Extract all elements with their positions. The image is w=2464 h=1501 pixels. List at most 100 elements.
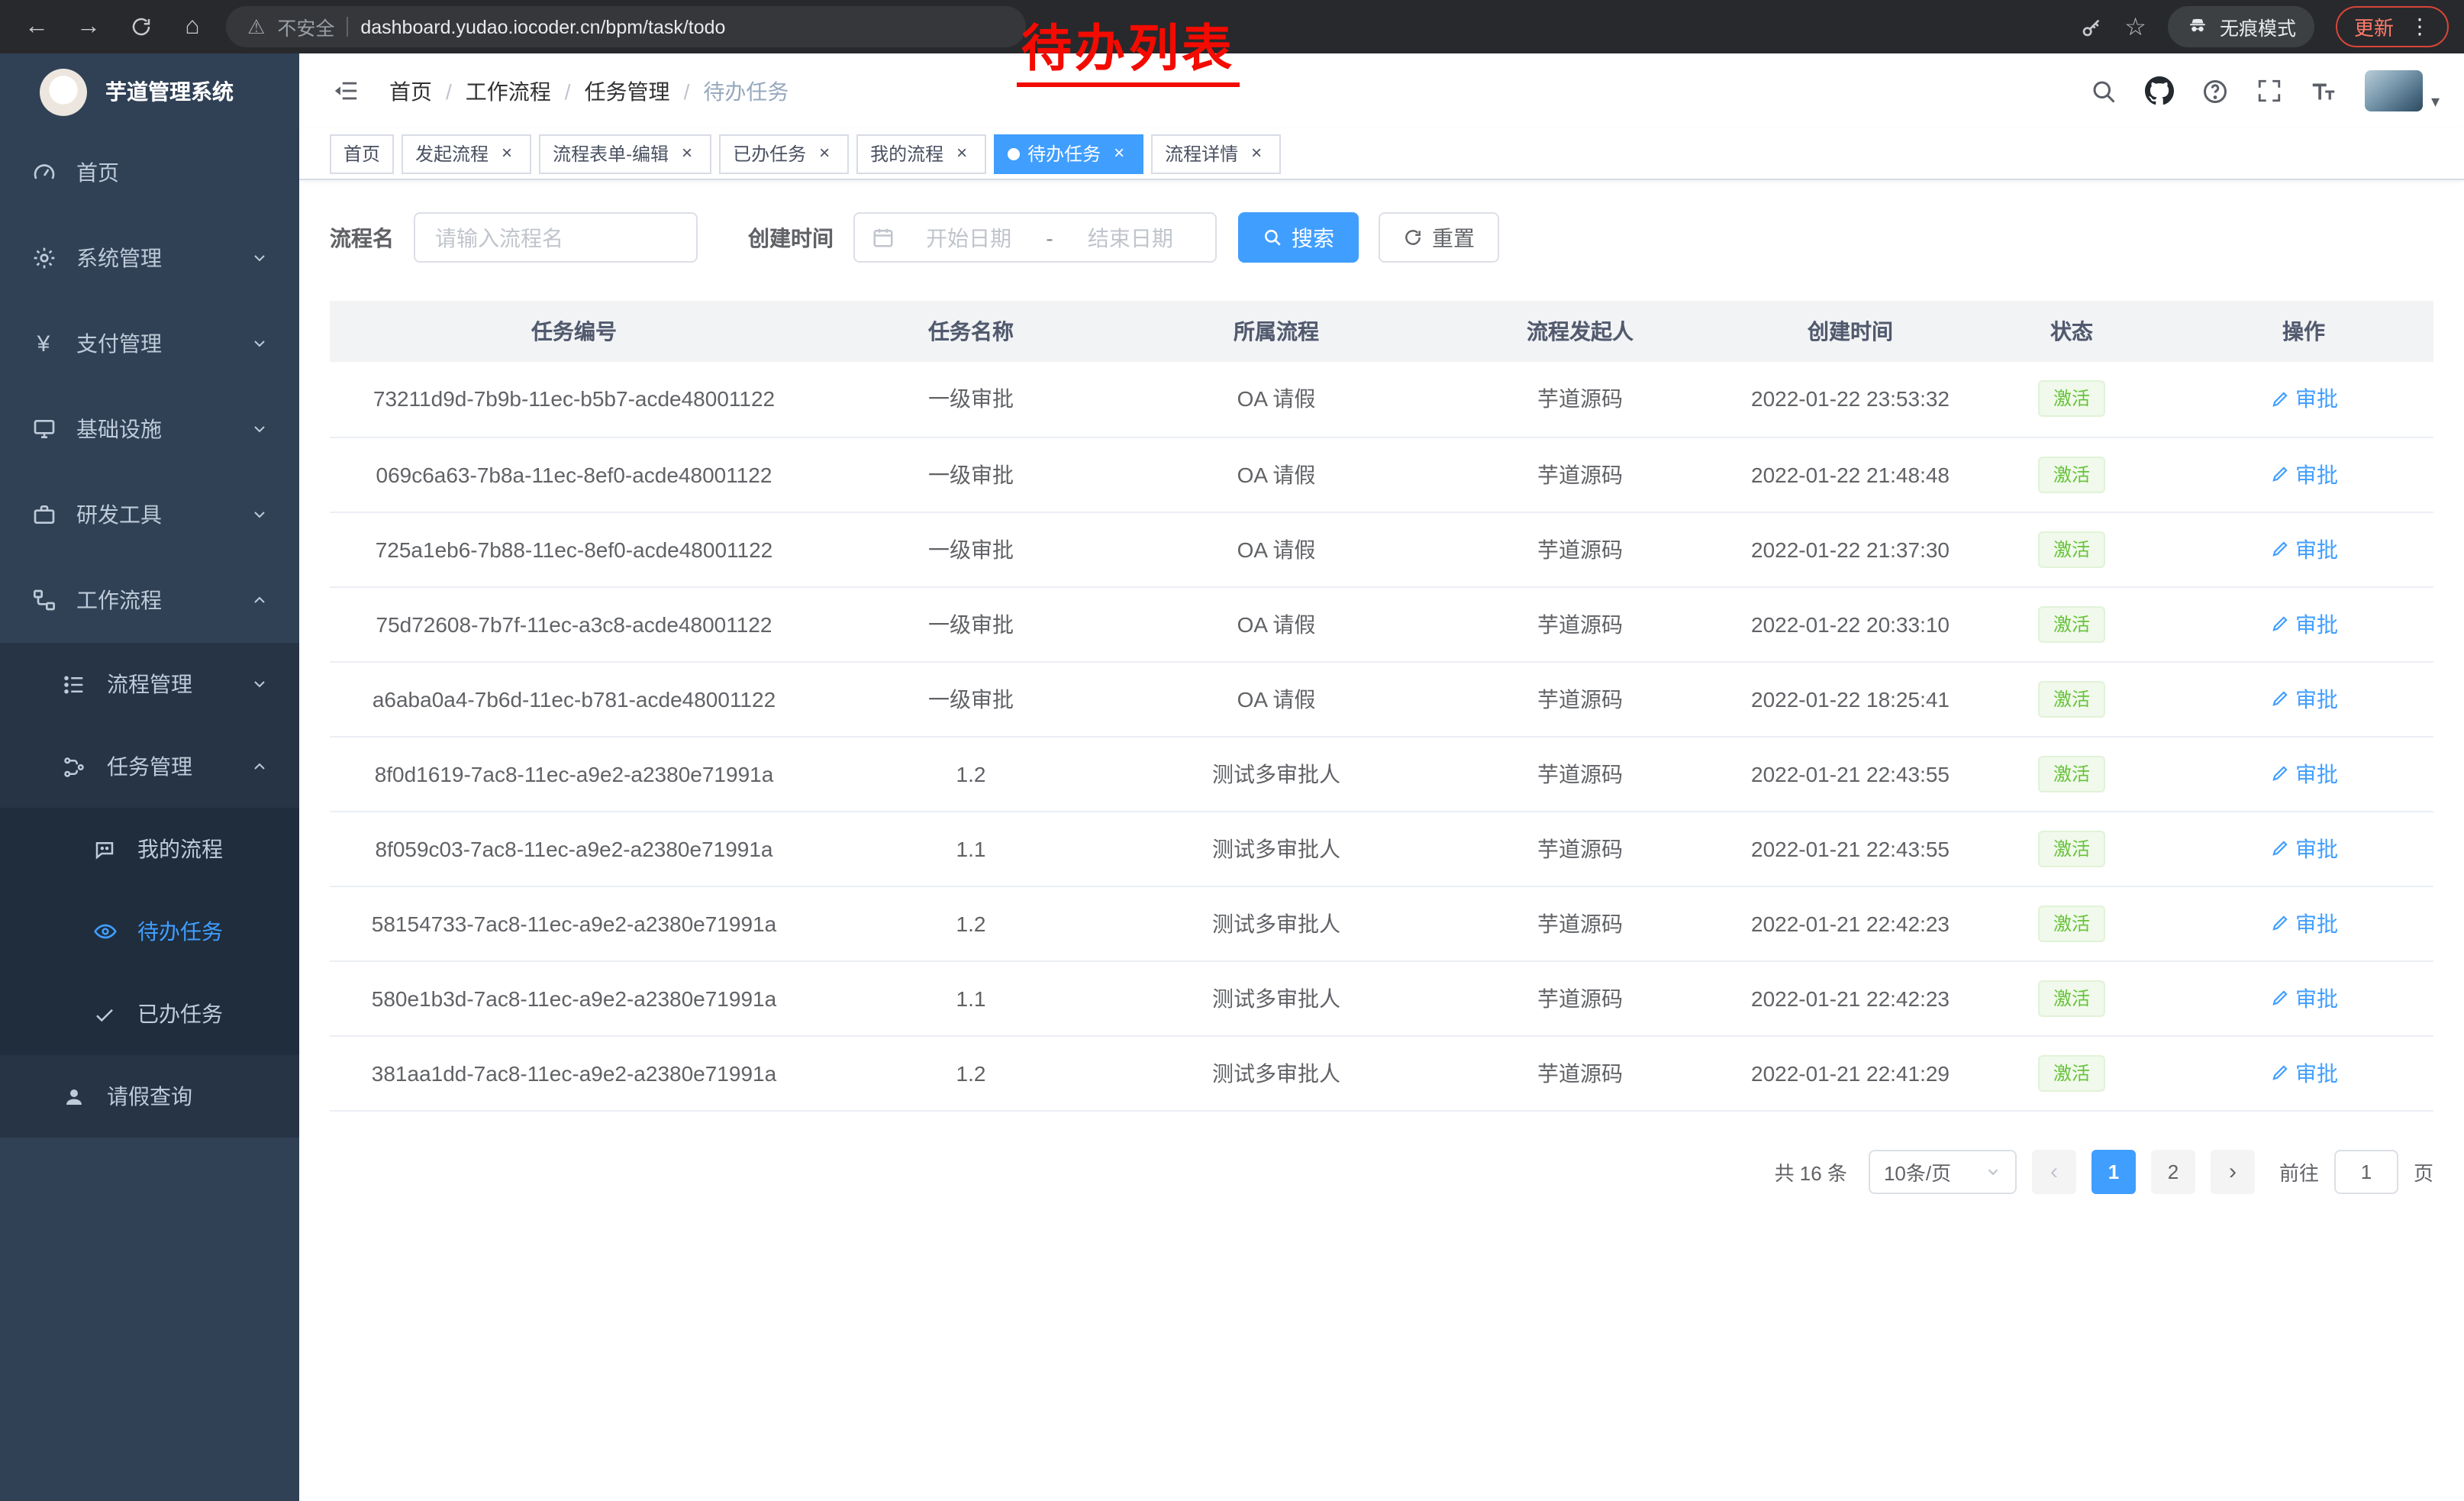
table-row: 8f059c03-7ac8-11ec-a9e2-a2380e71991a1.1测… <box>330 811 2433 886</box>
action-cell: 审批 <box>2174 1035 2433 1110</box>
close-icon[interactable]: × <box>496 143 518 164</box>
status-cell: 激活 <box>1969 1035 2174 1110</box>
approve-link[interactable]: 审批 <box>2269 833 2338 863</box>
close-icon[interactable]: × <box>1246 143 1267 164</box>
sidebar-item-payment-mgmt[interactable]: ¥ 支付管理 <box>0 301 299 386</box>
sidebar-item-task-mgmt[interactable]: 任务管理 <box>0 725 299 808</box>
sidebar-item-leave-query[interactable]: 请假查询 <box>0 1055 299 1138</box>
action-cell: 审批 <box>2174 886 2433 960</box>
incognito-icon <box>2186 13 2209 40</box>
approve-link[interactable]: 审批 <box>2269 459 2338 489</box>
date-range-picker[interactable]: 开始日期 - 结束日期 <box>853 212 1217 263</box>
page-size-select[interactable]: 10条/页 <box>1869 1149 2017 1193</box>
task-id-cell: 73211d9d-7b9b-11ec-b5b7-acde48001122 <box>330 362 818 437</box>
app-logo[interactable]: 芋道管理系统 <box>0 53 299 130</box>
approve-link[interactable]: 审批 <box>2269 983 2338 1013</box>
process-name-input[interactable] <box>414 212 698 263</box>
approve-link[interactable]: 审批 <box>2269 384 2338 415</box>
app-window: 芋道管理系统 首页 系统管理 ¥ 支付管 <box>0 53 2464 1501</box>
person-icon <box>61 1085 87 1108</box>
menu-label: 基础设施 <box>76 414 162 444</box>
sidebar-item-infrastructure[interactable]: 基础设施 <box>0 386 299 472</box>
status-badge: 激活 <box>2038 755 2105 792</box>
approve-link[interactable]: 审批 <box>2269 1057 2338 1088</box>
close-icon[interactable]: × <box>1108 143 1130 164</box>
menu-label: 请假查询 <box>107 1081 192 1112</box>
key-icon[interactable] <box>2079 15 2103 39</box>
initiator-cell: 芋道源码 <box>1429 437 1731 512</box>
approve-link[interactable]: 审批 <box>2269 758 2338 789</box>
user-avatar[interactable]: ▾ <box>2366 70 2440 111</box>
back-icon[interactable]: ← <box>15 5 58 48</box>
pen-icon <box>2269 539 2289 559</box>
start-date-placeholder: 开始日期 <box>901 222 1037 253</box>
search-button[interactable]: 搜索 <box>1238 212 1359 263</box>
active-dot <box>1008 147 1020 160</box>
column-header-initiator: 流程发起人 <box>1429 301 1731 362</box>
status-cell: 激活 <box>1969 886 2174 960</box>
menu-label: 已办任务 <box>137 999 223 1029</box>
menu-label: 工作流程 <box>76 585 162 615</box>
page-2-button[interactable]: 2 <box>2151 1149 2195 1193</box>
create-time-label: 创建时间 <box>748 222 834 253</box>
sidebar-item-process-mgmt[interactable]: 流程管理 <box>0 643 299 725</box>
chevron-down-icon <box>250 505 269 524</box>
prev-page-button[interactable]: ‹ <box>2032 1149 2076 1193</box>
help-icon[interactable] <box>2202 77 2230 105</box>
close-icon[interactable]: × <box>676 143 698 164</box>
sidebar-item-system-mgmt[interactable]: 系统管理 <box>0 215 299 301</box>
close-icon[interactable]: × <box>951 143 972 164</box>
tab-my-process[interactable]: 我的流程 × <box>856 134 986 173</box>
breadcrumb-task-mgmt[interactable]: 任务管理 <box>585 76 670 106</box>
tab-start-process[interactable]: 发起流程 × <box>402 134 531 173</box>
table-row: 8f0d1619-7ac8-11ec-a9e2-a2380e71991a1.2测… <box>330 736 2433 811</box>
home-icon[interactable]: ⌂ <box>171 5 214 48</box>
search-icon[interactable] <box>2091 77 2118 105</box>
chevron-down-icon <box>250 675 269 693</box>
breadcrumb-separator: / <box>446 79 452 103</box>
breadcrumb-workflow[interactable]: 工作流程 <box>466 76 551 106</box>
update-button[interactable]: 更新 ⋮ <box>2336 6 2449 47</box>
reset-button-label: 重置 <box>1432 222 1475 253</box>
sidebar-item-home[interactable]: 首页 <box>0 130 299 215</box>
tab-process-detail[interactable]: 流程详情 × <box>1151 134 1281 173</box>
fullscreen-icon[interactable] <box>2257 78 2283 104</box>
breadcrumb-home[interactable]: 首页 <box>389 76 432 106</box>
sidebar-item-workflow[interactable]: 工作流程 <box>0 557 299 643</box>
sidebar-item-todo-task[interactable]: 待办任务 <box>0 890 299 973</box>
task-id-cell: 8f059c03-7ac8-11ec-a9e2-a2380e71991a <box>330 811 818 886</box>
menu-dots-icon[interactable]: ⋮ <box>2409 14 2430 40</box>
process-name-label: 流程名 <box>330 222 394 253</box>
approve-link[interactable]: 审批 <box>2269 534 2338 564</box>
action-cell: 审批 <box>2174 811 2433 886</box>
reload-icon[interactable] <box>119 5 162 48</box>
approve-label: 审批 <box>2295 758 2338 789</box>
sidebar-toggle-icon[interactable] <box>324 78 368 104</box>
close-icon[interactable]: × <box>814 143 835 164</box>
search-icon <box>1263 228 1282 247</box>
tab-todo-task[interactable]: 待办任务 × <box>994 134 1143 173</box>
tab-done-task[interactable]: 已办任务 × <box>719 134 849 173</box>
page-1-button[interactable]: 1 <box>2091 1149 2136 1193</box>
github-icon[interactable] <box>2146 76 2175 105</box>
approve-link[interactable]: 审批 <box>2269 608 2338 639</box>
sidebar-item-dev-tools[interactable]: 研发工具 <box>0 472 299 557</box>
next-page-button[interactable]: › <box>2211 1149 2255 1193</box>
reset-button[interactable]: 重置 <box>1379 212 1499 263</box>
sidebar-item-done-task[interactable]: 已办任务 <box>0 973 299 1055</box>
tab-home[interactable]: 首页 <box>330 134 394 173</box>
search-button-label: 搜索 <box>1292 222 1334 253</box>
font-size-icon[interactable] <box>2311 77 2338 105</box>
goto-page-input[interactable] <box>2334 1149 2398 1193</box>
bookmark-star-icon[interactable]: ☆ <box>2124 11 2146 42</box>
status-cell: 激活 <box>1969 586 2174 661</box>
task-id-cell: a6aba0a4-7b6d-11ec-b781-acde48001122 <box>330 661 818 736</box>
address-bar[interactable]: ⚠ 不安全 dashboard.yudao.iocoder.cn/bpm/tas… <box>226 6 1026 47</box>
task-name-cell: 1.1 <box>818 960 1124 1035</box>
sidebar-item-my-process[interactable]: 我的流程 <box>0 808 299 890</box>
approve-link[interactable]: 审批 <box>2269 683 2338 714</box>
chevron-down-icon <box>250 249 269 267</box>
tab-form-edit[interactable]: 流程表单-编辑 × <box>539 134 711 173</box>
forward-icon[interactable]: → <box>67 5 110 48</box>
approve-link[interactable]: 审批 <box>2269 908 2338 938</box>
